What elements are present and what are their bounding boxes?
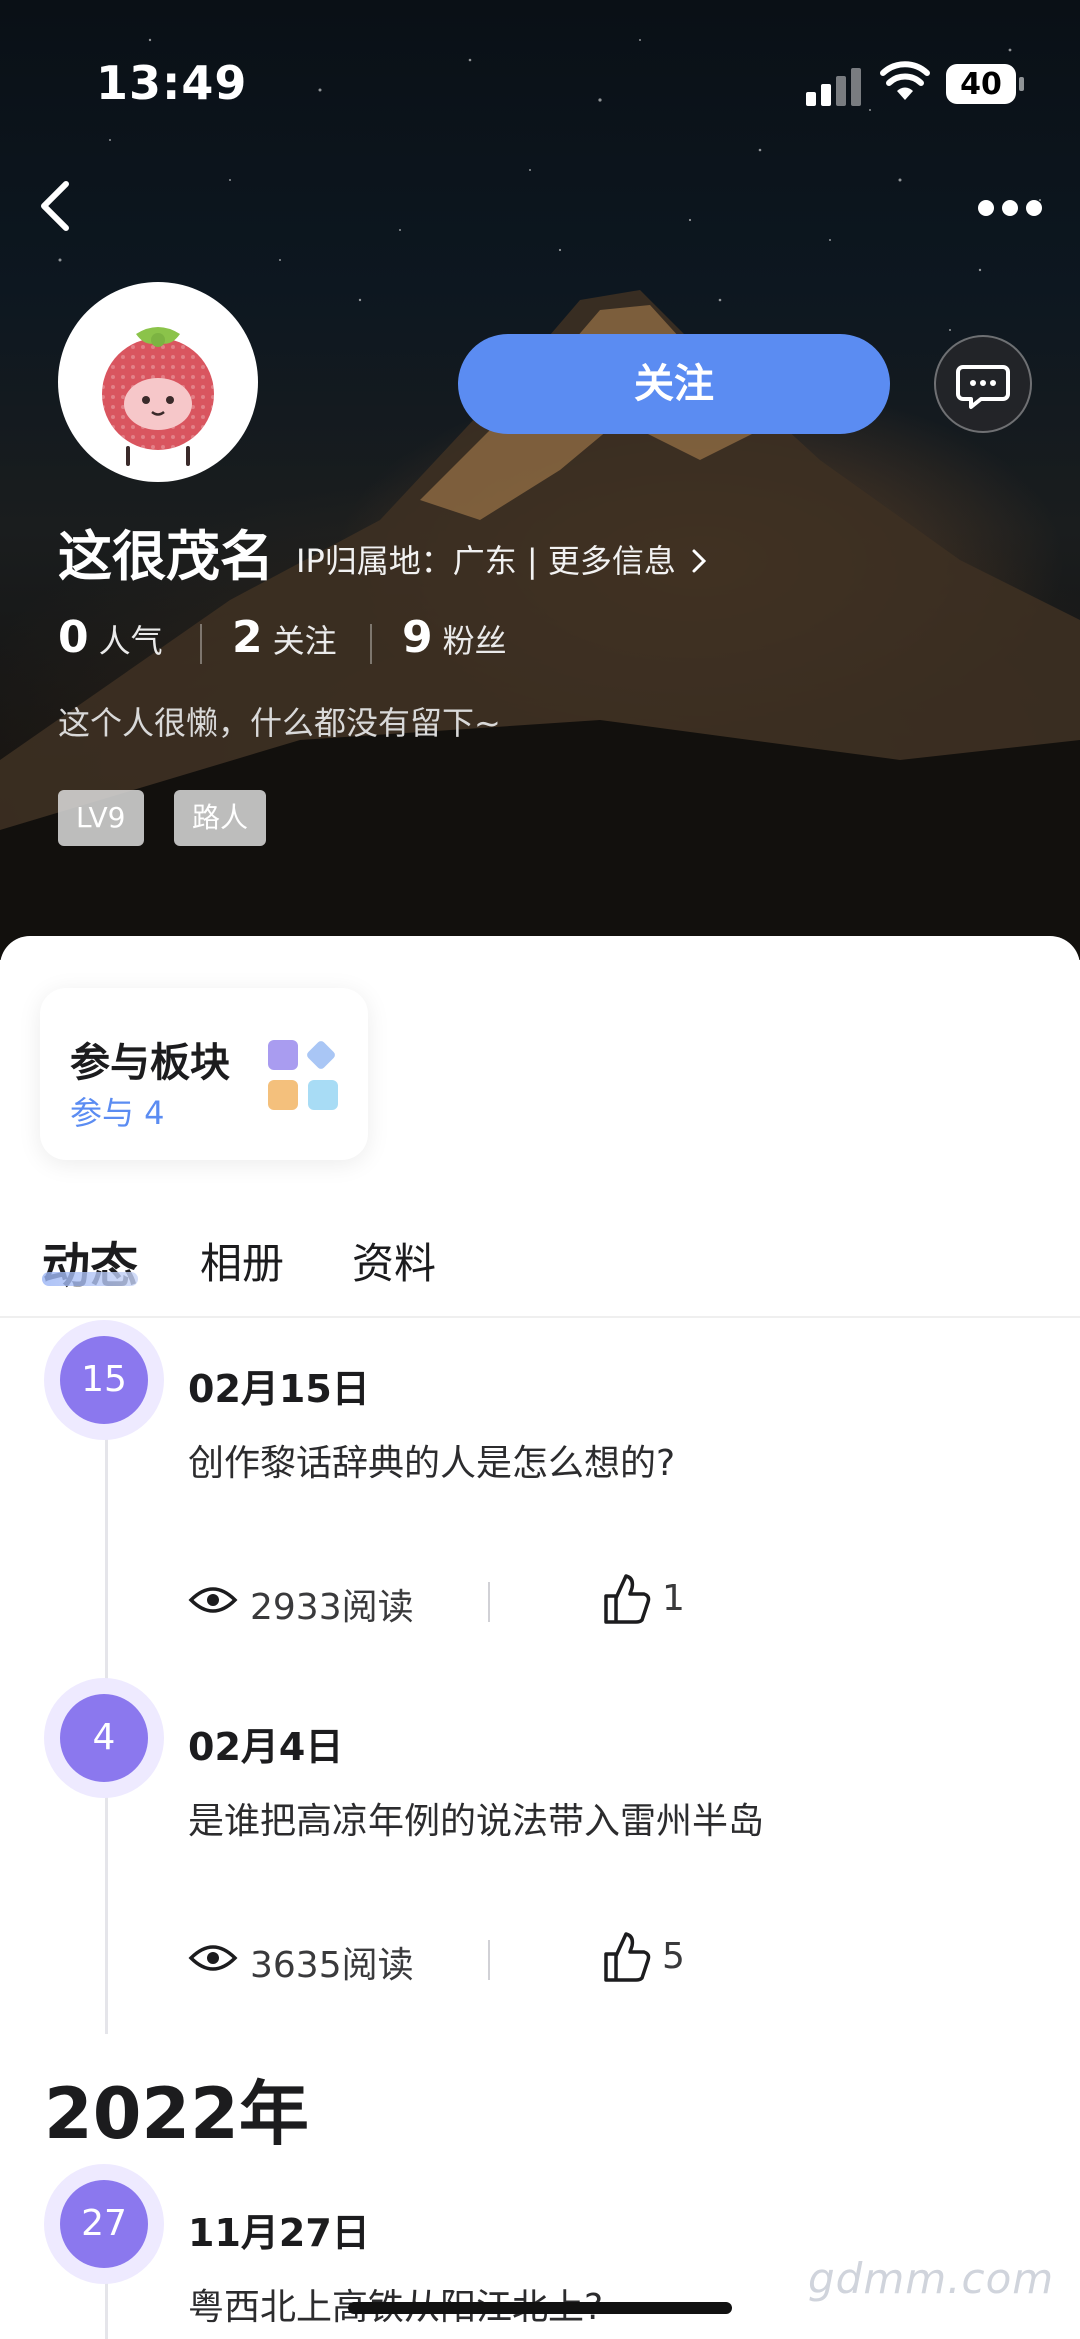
- like-count: 5: [662, 1936, 685, 1977]
- battery-icon: 40: [946, 64, 1024, 104]
- year-heading: 2022年: [44, 2073, 309, 2155]
- meta-divider: [488, 1940, 490, 1980]
- read-count: 3635阅读: [250, 1945, 414, 1986]
- stat-divider: [370, 624, 372, 664]
- stat-popularity[interactable]: 0 人气: [58, 612, 163, 663]
- profile-tabs: 动态 相册 资料: [0, 1220, 1080, 1316]
- grid-blocks-icon: [268, 1040, 338, 1110]
- timeline-line: [105, 2280, 108, 2339]
- cellular-signal-icon: [806, 66, 862, 106]
- avatar[interactable]: [58, 282, 258, 482]
- stat-label: 人气: [98, 622, 163, 660]
- read-count: 2933阅读: [250, 1587, 414, 1628]
- home-indicator: [348, 2302, 732, 2314]
- thumbs-up-icon[interactable]: [602, 1572, 652, 1626]
- thumbs-up-icon[interactable]: [602, 1930, 652, 1984]
- watermark: gdmm.com: [808, 2254, 1055, 2303]
- profile-header-background: 13:49 40 关注 这很茂名 IP归属地：广东 | 更多信息 0 人气 2 …: [0, 0, 1080, 960]
- ip-location-more-info-link[interactable]: IP归属地：广东 | 更多信息: [296, 536, 708, 582]
- day-number: 4: [60, 1694, 148, 1782]
- tab-profile-info[interactable]: 资料: [352, 1230, 436, 1291]
- active-tab-indicator: [42, 1272, 138, 1286]
- like-count: 1: [662, 1578, 685, 1619]
- day-number: 27: [60, 2180, 148, 2268]
- more-options-icon[interactable]: [970, 186, 1050, 226]
- ip-info-label: IP归属地：广东 | 更多信息: [296, 542, 676, 580]
- message-button[interactable]: [934, 335, 1032, 433]
- post-stats: 2933阅读 1: [188, 1572, 748, 1632]
- status-bar: 13:49 40: [0, 0, 1080, 150]
- post-date: 11月27日: [188, 2211, 370, 2255]
- stat-divider: [200, 624, 202, 664]
- lychee-mascot-icon: [102, 327, 214, 466]
- post-title[interactable]: 创作黎话辞典的人是怎么想的?: [188, 1434, 675, 1486]
- role-badge: 路人: [174, 790, 267, 846]
- stat-value: 9: [402, 612, 433, 663]
- post-date: 02月4日: [188, 1725, 344, 1769]
- bio-text: 这个人很懒，什么都没有留下~: [58, 704, 501, 742]
- username: 这很茂名: [58, 525, 274, 588]
- section-card-title: 参与板块: [70, 1040, 230, 1086]
- joined-sections-card[interactable]: 参与板块 参与 4: [40, 988, 368, 1160]
- day-number: 15: [60, 1336, 148, 1424]
- chevron-right-icon: [692, 549, 707, 573]
- battery-level: 40: [960, 67, 1002, 102]
- timeline-day-marker: 4: [44, 1678, 164, 1798]
- post-date: 02月15日: [188, 1367, 370, 1411]
- tabs-divider: [0, 1316, 1080, 1318]
- post-title[interactable]: 是谁把高凉年例的说法带入雷州半岛: [188, 1792, 764, 1844]
- status-time: 13:49: [96, 56, 248, 110]
- eye-icon: [188, 1587, 238, 1613]
- wifi-icon: [880, 61, 930, 100]
- level-badge: LV9: [58, 790, 144, 846]
- tab-album[interactable]: 相册: [200, 1230, 284, 1291]
- eye-icon: [188, 1945, 238, 1971]
- timeline-day-marker: 15: [44, 1320, 164, 1440]
- stat-value: 0: [58, 612, 89, 663]
- timeline-day-marker: 27: [44, 2164, 164, 2284]
- section-card-count: 参与 4: [70, 1094, 165, 1132]
- stat-label: 粉丝: [442, 622, 507, 660]
- follow-button[interactable]: 关注: [458, 334, 890, 434]
- stat-followers[interactable]: 9 粉丝: [402, 612, 507, 663]
- stat-following[interactable]: 2 关注: [232, 612, 337, 663]
- meta-divider: [488, 1582, 490, 1622]
- back-arrow-icon[interactable]: [30, 178, 86, 234]
- chat-bubble-icon: [956, 365, 1010, 409]
- stat-label: 关注: [272, 622, 337, 660]
- stat-value: 2: [232, 612, 263, 663]
- post-stats: 3635阅读 5: [188, 1930, 748, 1990]
